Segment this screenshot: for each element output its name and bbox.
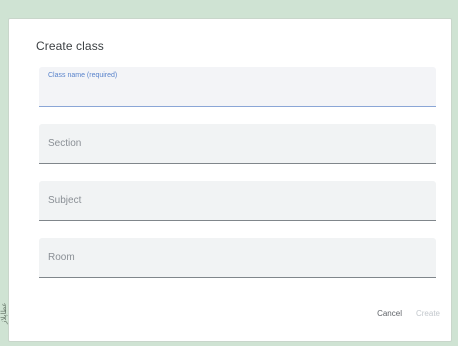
class-name-label: Class name (required) [48,72,118,79]
class-name-input[interactable] [47,89,428,103]
subject-input[interactable] [47,203,428,217]
section-field[interactable]: Section [39,124,436,164]
subject-field[interactable]: Subject [39,181,436,221]
dialog-actions: Cancel Create [377,309,440,319]
dialog-title: Create class [36,39,104,53]
section-input[interactable] [47,146,428,160]
room-input[interactable] [47,260,428,274]
create-button[interactable]: Create [416,309,440,319]
watermark-signature: عطاپلاز [0,302,8,324]
class-name-field[interactable]: Class name (required) [39,67,436,107]
create-class-dialog: Create class Class name (required) Secti… [8,18,452,342]
cancel-button[interactable]: Cancel [377,309,402,319]
room-field[interactable]: Room [39,238,436,278]
